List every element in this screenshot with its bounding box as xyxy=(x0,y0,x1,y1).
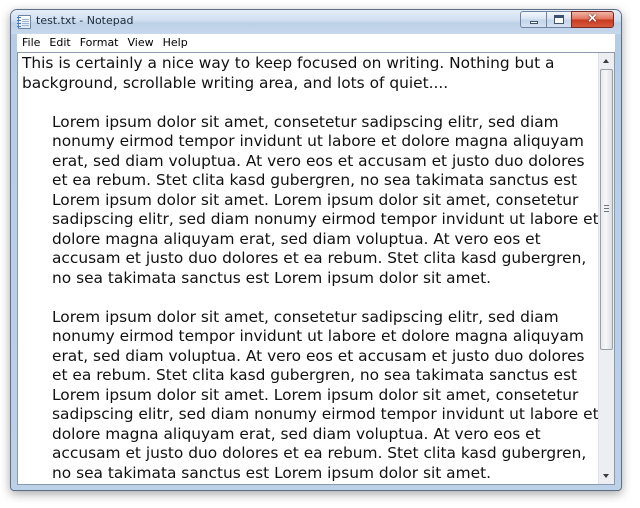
text-editor[interactable]: This is certainly a nice way to keep foc… xyxy=(22,54,600,484)
paragraph-lorem-2: Lorem ipsum dolor sit amet, consetetur s… xyxy=(52,307,599,482)
minimize-icon xyxy=(530,21,538,24)
arrow-down-icon xyxy=(603,474,609,478)
arrow-up-icon xyxy=(603,59,609,63)
maximize-button[interactable] xyxy=(546,11,571,28)
scroll-down-button[interactable] xyxy=(599,468,614,484)
paragraph-lorem-1: Lorem ipsum dolor sit amet, consetetur s… xyxy=(52,112,599,287)
scroll-up-button[interactable] xyxy=(599,53,614,69)
editor-client-area: This is certainly a nice way to keep foc… xyxy=(17,52,615,485)
paragraph-intro: This is certainly a nice way to keep foc… xyxy=(22,54,560,92)
menu-bar: File Edit Format View Help xyxy=(17,34,615,53)
maximize-icon xyxy=(554,15,564,24)
menu-help[interactable]: Help xyxy=(158,34,192,52)
vertical-scrollbar[interactable] xyxy=(598,53,614,484)
notepad-icon[interactable] xyxy=(17,15,31,29)
close-icon: × xyxy=(587,11,598,26)
title-bar[interactable]: test.txt - Notepad × xyxy=(11,10,621,34)
menu-format[interactable]: Format xyxy=(75,34,123,52)
scrollbar-thumb[interactable] xyxy=(600,69,613,350)
close-button[interactable]: × xyxy=(571,11,614,28)
window-title: test.txt - Notepad xyxy=(36,14,134,27)
menu-view[interactable]: View xyxy=(123,34,158,52)
notepad-window: test.txt - Notepad × File Edit Format Vi… xyxy=(10,9,622,491)
menu-edit[interactable]: Edit xyxy=(44,34,74,52)
menu-file[interactable]: File xyxy=(17,34,44,52)
grip-icon xyxy=(604,205,609,212)
minimize-button[interactable] xyxy=(520,11,546,28)
caption-buttons: × xyxy=(520,11,614,28)
